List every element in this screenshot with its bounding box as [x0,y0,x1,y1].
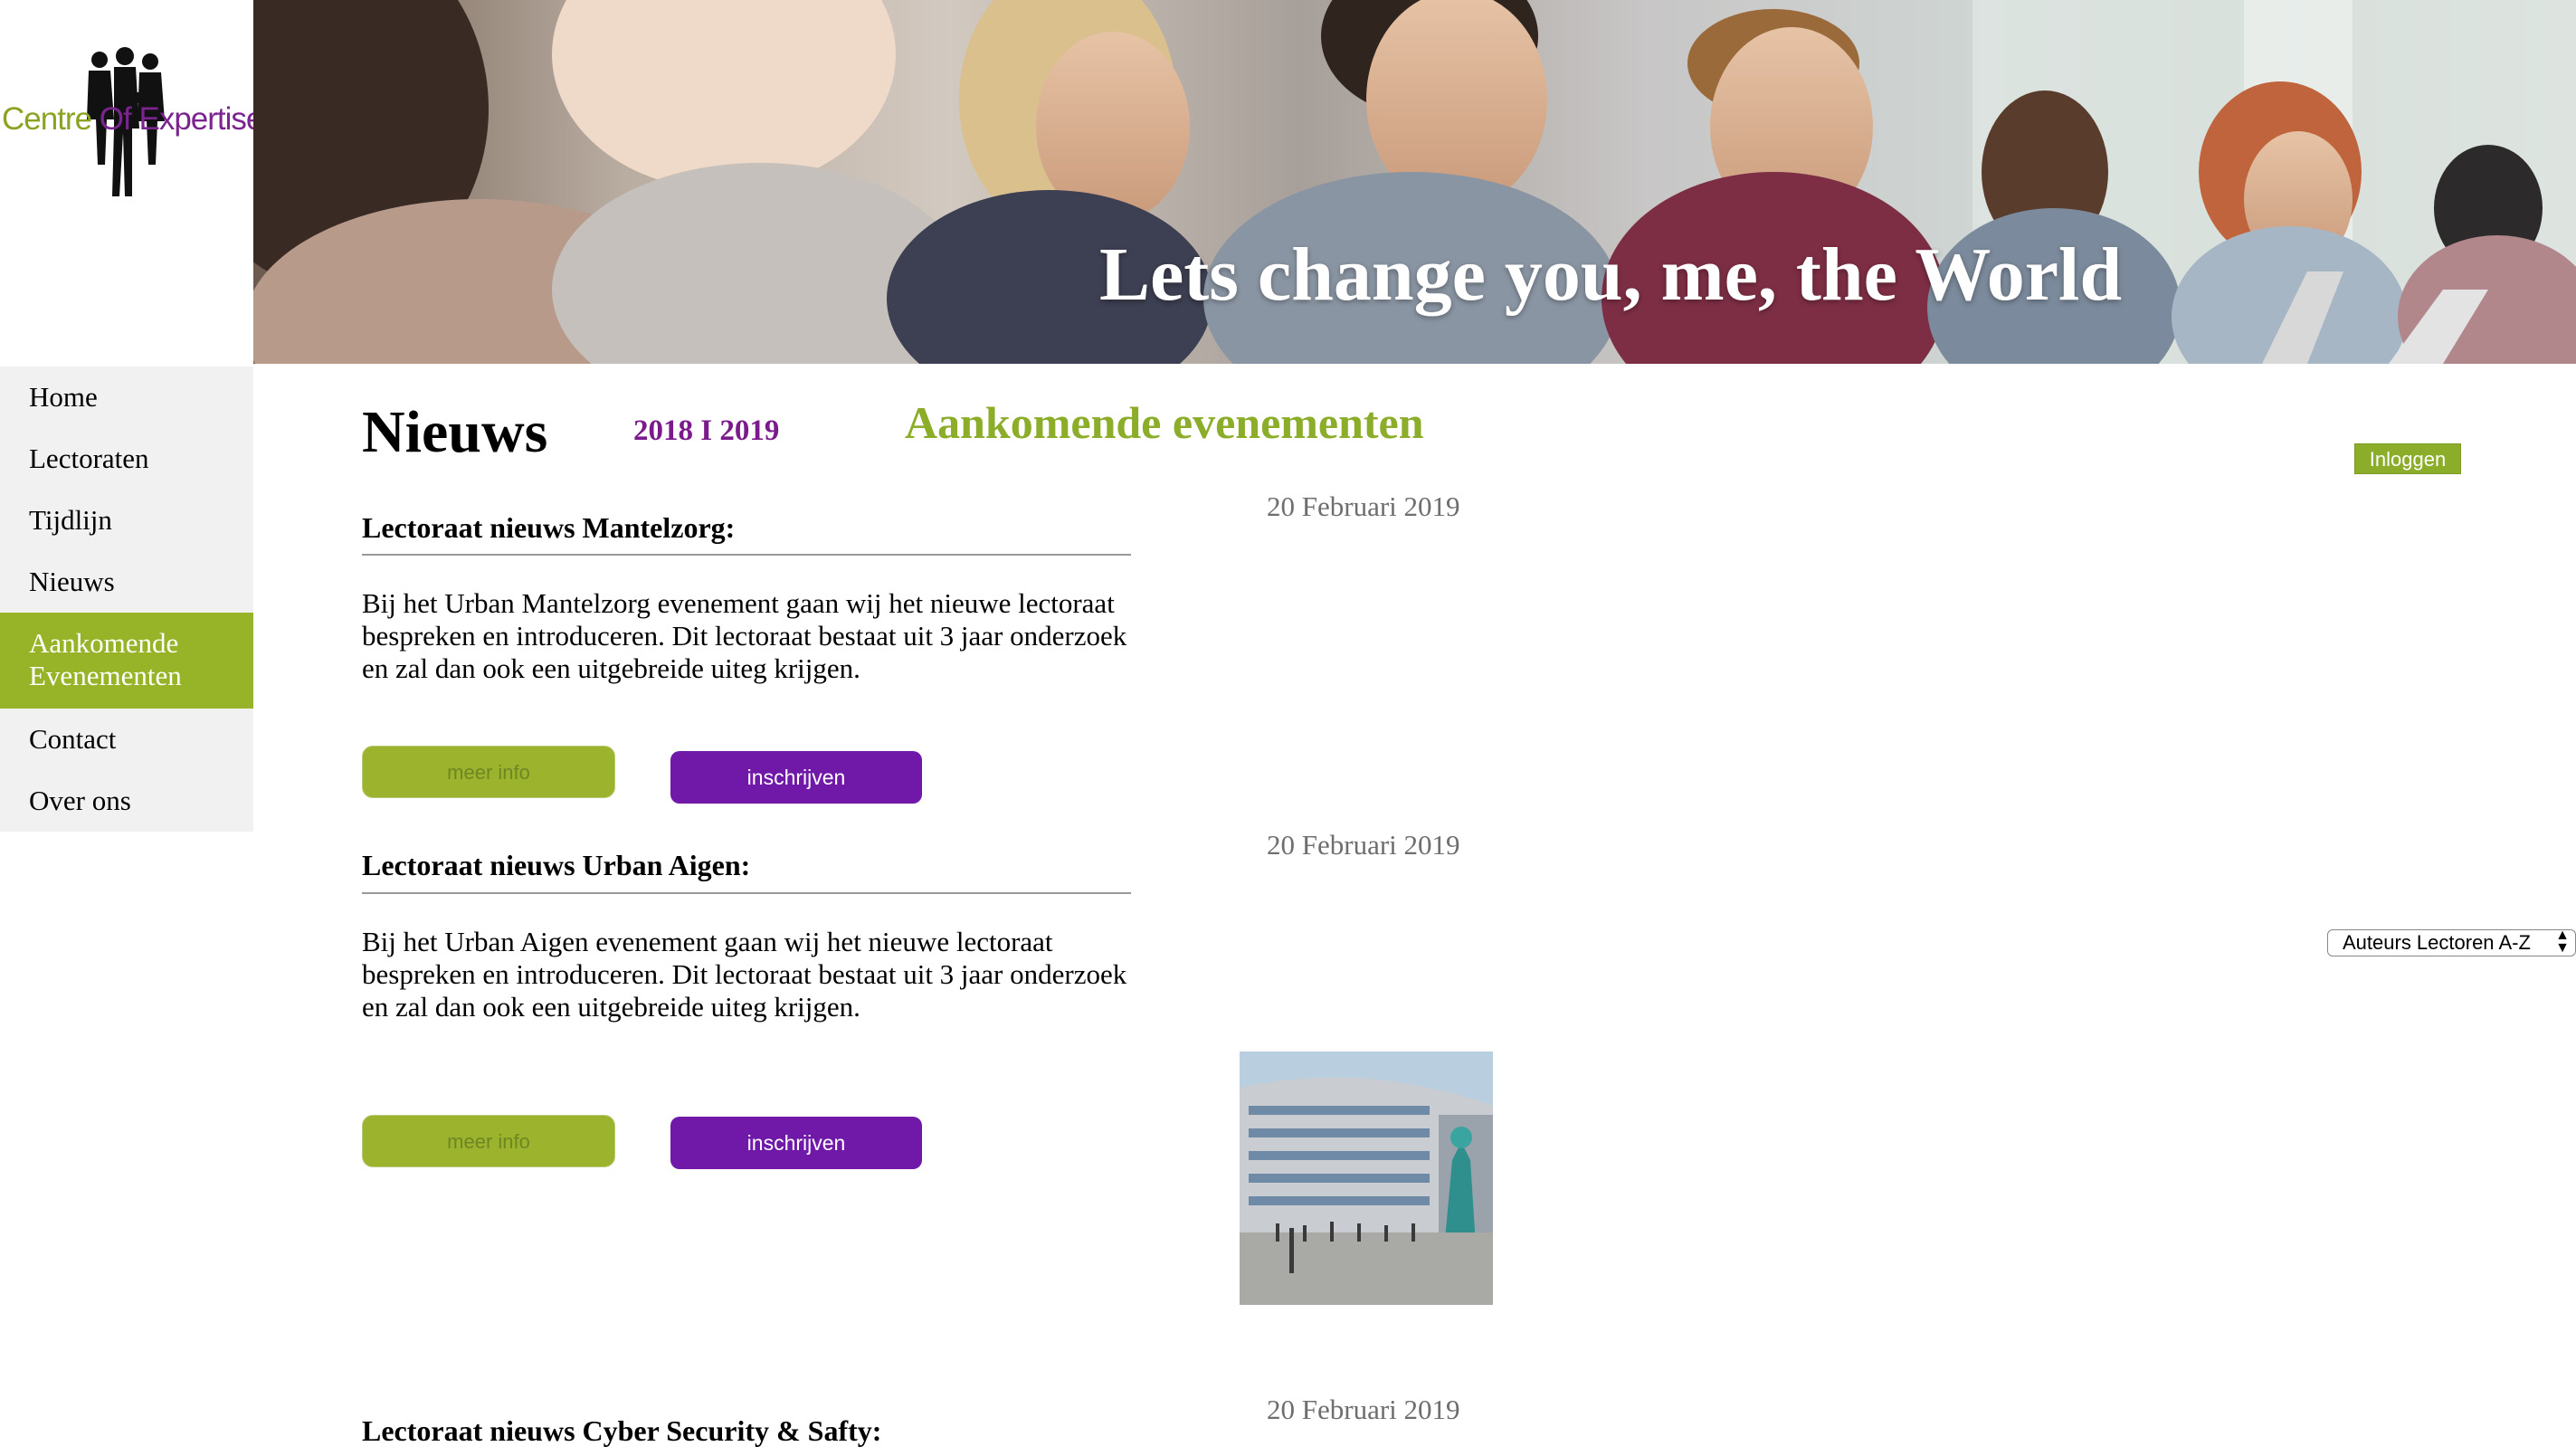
sidebar-item-tijdlijn[interactable]: Tijdlijn [0,490,253,551]
event-date: 20 Februari 2019 [1267,829,1460,861]
article-body: Bij het Urban Aigen evenement gaan wij h… [362,926,1127,1023]
select-arrows-icon: ▲ ▼ [2555,928,2570,956]
subscribe-button[interactable]: inschrijven [670,751,922,804]
sidebar-item-nieuws[interactable]: Nieuws [0,551,253,613]
subscribe-button[interactable]: inschrijven [670,1117,922,1169]
logo-text: Centre Of Expertise [2,101,263,138]
article-title: Lectoraat nieuws Urban Aigen: [362,849,751,881]
sidebar-item-contact[interactable]: Contact [0,709,253,770]
logo-word-centre: Centre [2,101,92,137]
article-title: Lectoraat nieuws Cyber Security & Safty: [362,1414,882,1447]
event-image [1240,1052,1493,1305]
sidebar-item-aankomende-evenementen[interactable]: Aankomende Evenementen [0,613,253,709]
more-info-button[interactable]: meer info [362,1115,615,1167]
sidebar-nav: Home Lectoraten Tijdlijn Nieuws Aankomen… [0,366,253,832]
hero-tagline: Lets change you, me, the World [1098,233,2123,317]
sidebar-item-lectoraten[interactable]: Lectoraten [0,428,253,490]
divider [362,892,1131,894]
logo-word-of: Of [99,101,132,137]
author-sort-value: Auteurs Lectoren A-Z [2343,931,2531,954]
divider [362,554,1131,556]
article-body: Bij het Urban Mantelzorg evenement gaan … [362,587,1127,684]
event-date: 20 Februari 2019 [1267,490,1460,522]
article-title: Lectoraat nieuws Mantelzorg: [362,511,736,544]
events-title: Aankomende evenementen [905,397,1424,448]
logo-word-expertise: Expertise [138,101,263,137]
year-range[interactable]: 2018 I 2019 [633,414,779,448]
sidebar-item-over-ons[interactable]: Over ons [0,770,253,832]
more-info-button[interactable]: meer info [362,746,615,798]
hero-banner: Lets change you, me, the World [253,0,2576,364]
page-title: Nieuws [362,399,548,465]
author-sort-select[interactable]: Auteurs Lectoren A-Z ▲ ▼ [2327,928,2576,956]
event-date: 20 Februari 2019 [1267,1394,1460,1425]
sidebar-item-home[interactable]: Home [0,366,253,428]
login-button[interactable]: Inloggen [2354,443,2461,474]
site-logo[interactable]: Centre Of Expertise [0,0,263,366]
